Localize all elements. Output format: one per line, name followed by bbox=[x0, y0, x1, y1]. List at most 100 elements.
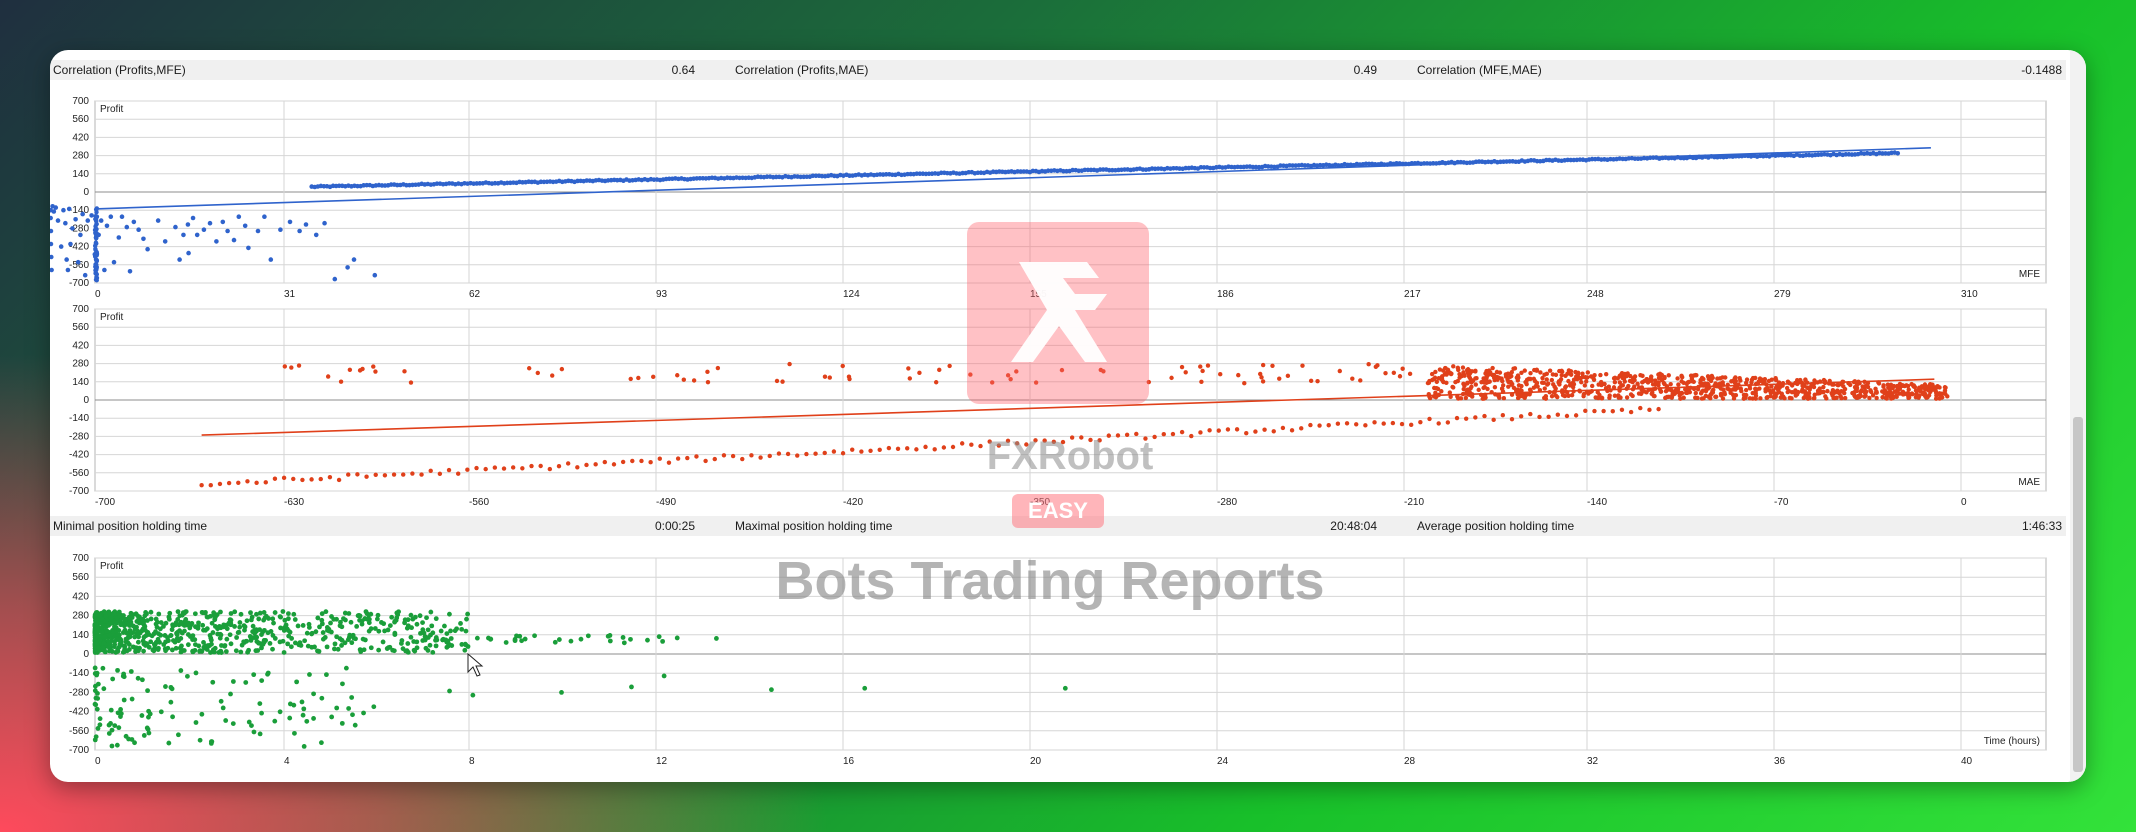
data-point bbox=[1624, 395, 1630, 400]
data-point bbox=[121, 697, 127, 703]
data-point bbox=[1234, 427, 1240, 432]
data-point bbox=[128, 619, 134, 625]
data-point bbox=[382, 473, 388, 478]
data-point bbox=[272, 718, 278, 724]
data-point bbox=[1617, 380, 1623, 385]
data-point bbox=[1033, 380, 1039, 385]
data-point bbox=[1059, 367, 1065, 373]
data-point bbox=[348, 619, 354, 625]
data-point bbox=[299, 699, 305, 705]
data-point bbox=[303, 222, 309, 227]
scatter-charts: 7005604202801400-140-280-420-560-7000 31 6… bbox=[50, 96, 2047, 767]
data-point bbox=[185, 673, 190, 679]
x-tick-label: 31 bbox=[284, 289, 296, 300]
data-point bbox=[462, 647, 468, 653]
data-point bbox=[207, 220, 213, 226]
data-point bbox=[1619, 407, 1625, 413]
data-point bbox=[503, 640, 509, 645]
data-point bbox=[1781, 394, 1786, 399]
data-point bbox=[375, 616, 380, 622]
data-point bbox=[427, 642, 433, 648]
data-point bbox=[104, 628, 110, 634]
data-point bbox=[1485, 386, 1490, 392]
data-point bbox=[272, 476, 278, 481]
data-point bbox=[433, 643, 439, 649]
data-point bbox=[287, 715, 293, 721]
data-point bbox=[1260, 362, 1266, 368]
x-tick-label: -700 bbox=[95, 497, 115, 508]
data-point bbox=[102, 649, 108, 655]
data-point bbox=[1262, 427, 1267, 432]
data-point bbox=[135, 639, 141, 645]
data-point bbox=[93, 702, 99, 708]
data-point bbox=[352, 722, 358, 728]
data-point bbox=[629, 684, 634, 690]
data-point bbox=[740, 456, 745, 462]
data-point bbox=[265, 630, 271, 636]
data-point bbox=[1463, 416, 1469, 421]
data-point bbox=[703, 458, 708, 464]
data-point bbox=[1260, 379, 1266, 384]
data-point bbox=[1468, 386, 1473, 391]
y-tick-label: -560 bbox=[69, 468, 89, 479]
data-point bbox=[1675, 376, 1680, 381]
data-point bbox=[1730, 378, 1736, 384]
data-point bbox=[1205, 363, 1211, 368]
data-point bbox=[877, 447, 882, 452]
data-point bbox=[1551, 382, 1556, 387]
data-point bbox=[1758, 396, 1763, 401]
data-point bbox=[214, 239, 219, 244]
data-point bbox=[92, 688, 98, 694]
data-point bbox=[128, 669, 134, 674]
data-point bbox=[1542, 386, 1547, 391]
data-point bbox=[410, 616, 416, 622]
data-point bbox=[108, 621, 113, 626]
data-point bbox=[282, 364, 288, 369]
data-point bbox=[114, 636, 119, 642]
data-point bbox=[297, 228, 302, 234]
data-point bbox=[217, 624, 222, 629]
data-point bbox=[1653, 382, 1658, 387]
x-tick-label: 0 bbox=[1961, 497, 1967, 508]
data-point bbox=[1765, 385, 1770, 391]
data-point bbox=[1743, 380, 1749, 386]
data-point bbox=[822, 450, 827, 456]
x-tick-label: 279 bbox=[1774, 289, 1791, 300]
data-point bbox=[50, 215, 53, 221]
data-point bbox=[1101, 369, 1106, 374]
data-point bbox=[1627, 378, 1633, 384]
data-point bbox=[296, 363, 302, 368]
data-point bbox=[1363, 423, 1368, 428]
data-point bbox=[1638, 405, 1643, 411]
x-tick-label: -630 bbox=[284, 497, 304, 508]
scrollbar-thumb[interactable] bbox=[2073, 417, 2083, 772]
x-tick-label: 36 bbox=[1774, 756, 1786, 767]
data-point bbox=[230, 721, 236, 726]
data-point bbox=[119, 214, 125, 219]
y-tick-label: 560 bbox=[72, 114, 89, 125]
data-point bbox=[50, 241, 54, 247]
data-point bbox=[168, 699, 174, 705]
data-point bbox=[139, 713, 145, 718]
data-point bbox=[568, 638, 574, 644]
data-point bbox=[102, 267, 107, 273]
data-point bbox=[94, 272, 100, 277]
data-point bbox=[1189, 433, 1194, 439]
data-point bbox=[300, 477, 305, 483]
data-point bbox=[520, 466, 525, 471]
data-point bbox=[1539, 380, 1545, 385]
data-point bbox=[114, 742, 120, 748]
data-point bbox=[96, 612, 102, 618]
data-point bbox=[458, 621, 463, 626]
vertical-scrollbar[interactable] bbox=[2070, 50, 2086, 782]
data-point bbox=[340, 681, 345, 687]
data-point bbox=[578, 636, 584, 642]
data-point bbox=[185, 642, 191, 648]
data-point bbox=[1730, 387, 1736, 392]
data-point bbox=[156, 631, 161, 637]
data-point bbox=[372, 272, 378, 278]
data-point bbox=[1656, 406, 1661, 412]
data-point bbox=[1300, 363, 1305, 368]
data-point bbox=[101, 640, 107, 646]
data-point bbox=[1621, 376, 1627, 381]
